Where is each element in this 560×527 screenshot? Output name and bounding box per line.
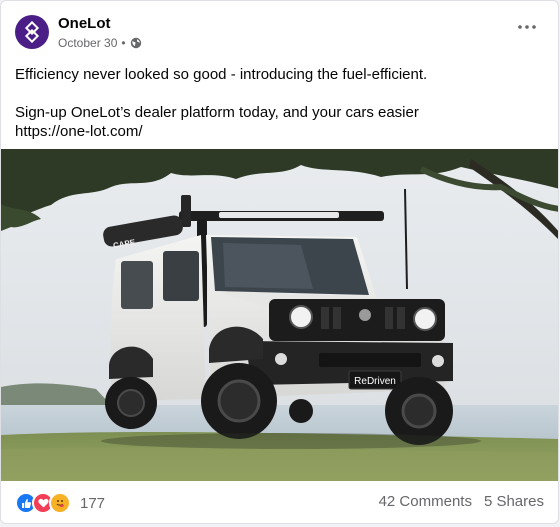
globe-icon[interactable] xyxy=(130,37,142,49)
post-meta: October 30 • xyxy=(58,36,142,50)
meta-separator: • xyxy=(121,36,126,50)
post-header: OneLot October 30 • xyxy=(15,13,544,53)
shares-count[interactable]: 5 Shares xyxy=(484,493,544,510)
post-text: Efficiency never looked so good - introd… xyxy=(15,65,544,141)
onelot-logo-icon xyxy=(24,21,40,43)
post-text-line: Sign-up OneLot’s dealer platform today, … xyxy=(15,104,419,121)
more-dots-icon xyxy=(518,25,536,29)
post-link[interactable]: https://one-lot.com/ xyxy=(15,123,143,140)
plate-badge: ReDriven xyxy=(354,376,396,387)
post-photo[interactable]: CAPE ReDriven xyxy=(1,149,559,481)
care-icon xyxy=(49,492,71,514)
reaction-count[interactable]: 177 xyxy=(80,495,105,512)
more-options-button[interactable] xyxy=(516,19,538,35)
post-text-line: Efficiency never looked so good - introd… xyxy=(15,66,428,83)
page-name[interactable]: OneLot xyxy=(58,15,111,32)
engagement-stats: 42 Comments 5 Shares xyxy=(379,493,544,510)
post-date[interactable]: October 30 xyxy=(58,36,117,50)
post-footer: 177 42 Comments 5 Shares xyxy=(15,487,544,515)
page-avatar[interactable] xyxy=(15,15,49,49)
post-card: OneLot October 30 • Efficiency never loo… xyxy=(0,0,559,524)
comments-count[interactable]: 42 Comments xyxy=(379,493,472,510)
reactions-summary[interactable]: 177 xyxy=(15,492,105,514)
